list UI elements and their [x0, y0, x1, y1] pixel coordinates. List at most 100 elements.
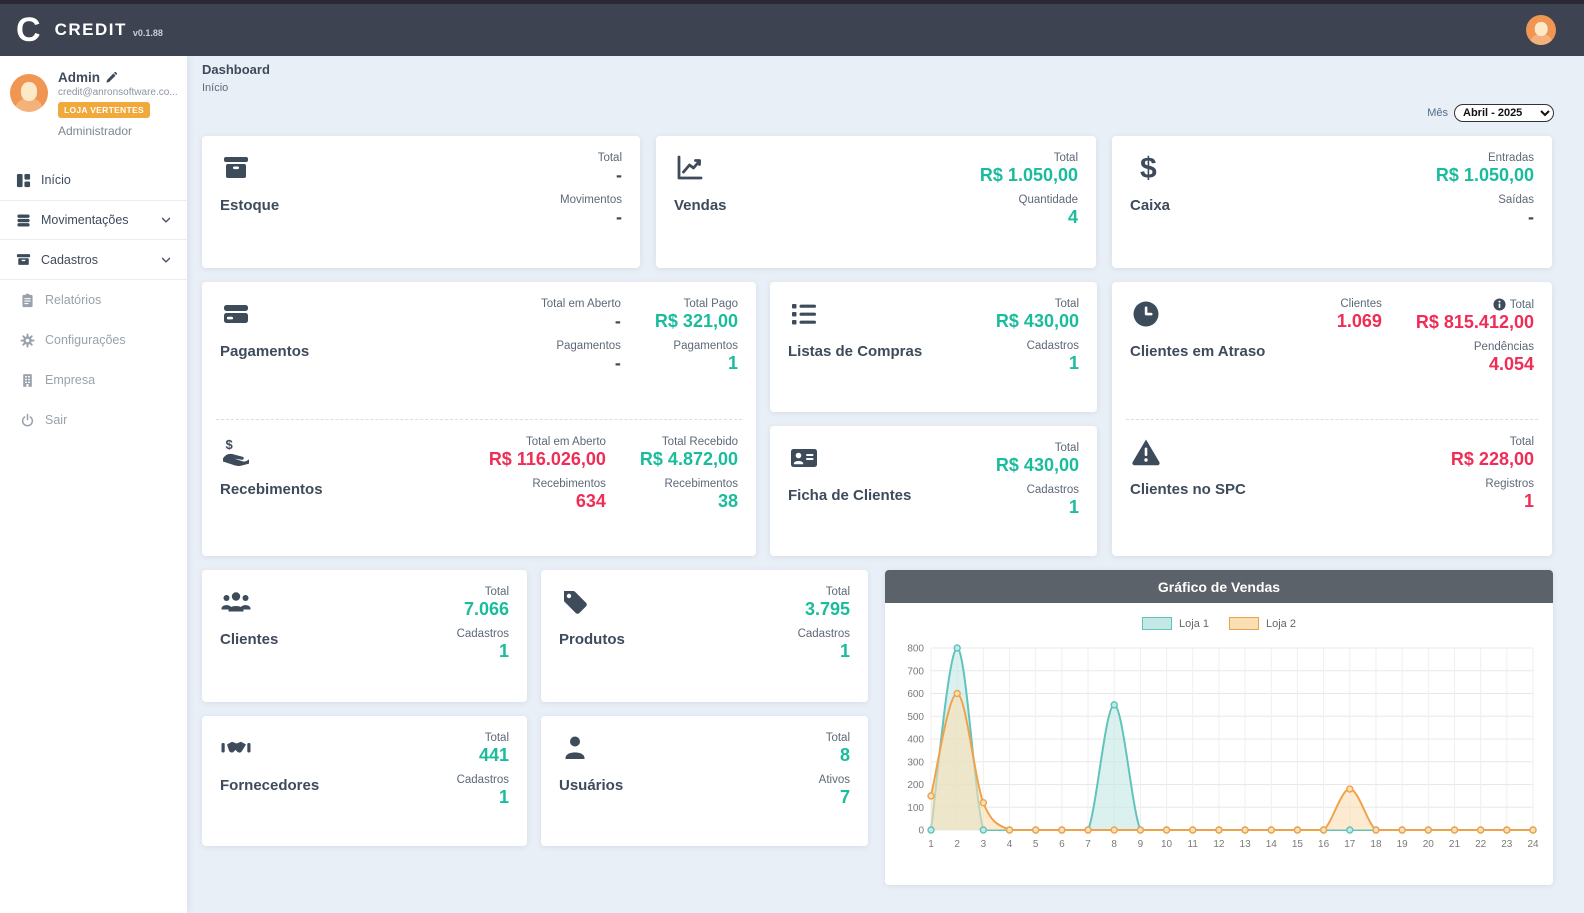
- sidebar: Admin credit@anronsoftware.co... LOJA VE…: [0, 56, 187, 913]
- card-ficha-de-clientes: Ficha de Clientes TotalR$ 430,00 Cadastr…: [770, 426, 1097, 556]
- app-header: C CREDIT v0.1.88: [0, 0, 1584, 56]
- svg-text:0: 0: [918, 826, 924, 837]
- svg-text:6: 6: [1059, 839, 1065, 850]
- svg-text:21: 21: [1449, 839, 1461, 850]
- svg-text:23: 23: [1501, 839, 1513, 850]
- dollar-icon: $: [1130, 152, 1162, 184]
- chart-legend: Loja 1 Loja 2: [885, 617, 1553, 630]
- clipboard-icon: [20, 293, 35, 308]
- building-icon: [20, 373, 35, 388]
- card-usuarios: Usuários Total8 Ativos7: [541, 716, 868, 846]
- sidebar-item-sair[interactable]: Sair: [0, 400, 187, 440]
- card-title: Vendas: [674, 197, 727, 214]
- legend-swatch: [1142, 617, 1172, 630]
- legend-item-loja-2[interactable]: Loja 2: [1229, 617, 1296, 630]
- page-title: Dashboard: [202, 62, 270, 77]
- card-title: Estoque: [220, 197, 279, 214]
- svg-text:$: $: [226, 437, 234, 452]
- card-clientes-atraso-spc: Clientes em Atraso Clientes1.069 TotalR$…: [1112, 282, 1552, 556]
- power-icon: [20, 413, 35, 428]
- svg-text:4: 4: [1007, 839, 1013, 850]
- svg-text:5: 5: [1033, 839, 1039, 850]
- svg-text:600: 600: [907, 689, 924, 700]
- sidebar-item-inicio[interactable]: Início: [0, 160, 187, 200]
- svg-text:22: 22: [1475, 839, 1487, 850]
- archive-icon: [16, 252, 31, 267]
- stat-total: Total-: [598, 152, 622, 186]
- section-clientes-no-spc: Clientes no SPC TotalR$ 228,00 Registros…: [1112, 420, 1552, 557]
- card-grafico-de-vendas: Gráfico de Vendas Loja 1Loja 2 010020030…: [885, 570, 1553, 885]
- avatar: [10, 74, 48, 112]
- chart-line-icon: [674, 152, 706, 184]
- svg-text:8: 8: [1111, 839, 1117, 850]
- svg-text:3: 3: [981, 839, 987, 850]
- dashboard-page: C CREDIT v0.1.88 Admin credit@anronsoftw…: [0, 0, 1584, 913]
- chevron-down-icon: [159, 213, 173, 227]
- tag-icon: [559, 586, 591, 618]
- svg-text:10: 10: [1161, 839, 1173, 850]
- svg-text:12: 12: [1213, 839, 1225, 850]
- card-clientes: Clientes Total7.066 Cadastros1: [202, 570, 527, 702]
- warning-icon: [1130, 436, 1162, 468]
- list-icon: [788, 298, 820, 330]
- sidebar-item-cadastros[interactable]: Cadastros: [0, 240, 187, 280]
- user-role: Administrador: [58, 124, 177, 138]
- clock-icon: [1130, 298, 1162, 330]
- app-logo: C: [16, 13, 41, 47]
- svg-text:16: 16: [1318, 839, 1330, 850]
- section-pagamentos: Pagamentos Total em Aberto- Pagamentos- …: [202, 282, 756, 419]
- month-select[interactable]: Abril - 2025: [1454, 104, 1554, 122]
- sales-chart: 0100200300400500600700800123456789101112…: [895, 632, 1543, 870]
- card-title: Caixa: [1130, 197, 1170, 214]
- month-filter-label: Mês: [1427, 107, 1448, 119]
- svg-text:13: 13: [1240, 839, 1252, 850]
- credit-card-icon: [220, 298, 252, 330]
- card-listas-de-compras: Listas de Compras TotalR$ 430,00 Cadastr…: [770, 282, 1097, 412]
- legend-item-loja-1[interactable]: Loja 1: [1142, 617, 1209, 630]
- card-fornecedores: Fornecedores Total441 Cadastros1: [202, 716, 527, 846]
- breadcrumb: Início: [202, 82, 228, 94]
- edit-profile-icon[interactable]: [105, 72, 117, 84]
- svg-text:15: 15: [1292, 839, 1304, 850]
- svg-text:9: 9: [1138, 839, 1144, 850]
- card-caixa: $ Caixa EntradasR$ 1.050,00 Saídas-: [1112, 136, 1552, 268]
- id-card-icon: [788, 442, 820, 474]
- sidebar-item-relatorios[interactable]: Relatórios: [0, 280, 187, 320]
- section-recebimentos: $ Recebimentos Total em AbertoR$ 116.026…: [202, 420, 756, 557]
- svg-text:500: 500: [907, 712, 924, 723]
- app-title: CREDIT: [55, 20, 127, 40]
- svg-text:18: 18: [1370, 839, 1382, 850]
- section-clientes-em-atraso: Clientes em Atraso Clientes1.069 TotalR$…: [1112, 282, 1552, 419]
- svg-text:800: 800: [907, 644, 924, 655]
- store-badge: LOJA VERTENTES: [58, 102, 150, 118]
- svg-text:2: 2: [954, 839, 960, 850]
- box-icon: [220, 152, 252, 184]
- handshake-icon: [220, 732, 252, 764]
- svg-text:7: 7: [1085, 839, 1091, 850]
- card-produtos: Produtos Total3.795 Cadastros1: [541, 570, 868, 702]
- stat-total: TotalR$ 1.050,00: [980, 152, 1078, 186]
- svg-text:1: 1: [928, 839, 934, 850]
- sidebar-item-empresa[interactable]: Empresa: [0, 360, 187, 400]
- chevron-down-icon: [159, 253, 173, 267]
- sidebar-item-movimentacoes[interactable]: Movimentações: [0, 200, 187, 240]
- chart-title: Gráfico de Vendas: [885, 570, 1553, 603]
- user-name: Admin: [58, 70, 177, 85]
- svg-text:14: 14: [1266, 839, 1278, 850]
- sidebar-item-configuracoes[interactable]: Configurações: [0, 320, 187, 360]
- stat-quantidade: Quantidade4: [1019, 194, 1078, 228]
- svg-text:400: 400: [907, 735, 924, 746]
- svg-text:11: 11: [1188, 839, 1199, 850]
- stat-saidas: Saídas-: [1498, 194, 1534, 228]
- stat-movimentos: Movimentos-: [560, 194, 622, 228]
- svg-text:300: 300: [907, 757, 924, 768]
- svg-text:24: 24: [1527, 839, 1539, 850]
- hand-dollar-icon: $: [220, 436, 252, 468]
- user-avatar-button[interactable]: [1526, 15, 1556, 45]
- dashboard-icon: [16, 173, 31, 188]
- user-email: credit@anronsoftware.co...: [58, 87, 177, 98]
- svg-text:100: 100: [907, 803, 924, 814]
- legend-swatch: [1229, 617, 1259, 630]
- svg-text:19: 19: [1397, 839, 1409, 850]
- svg-text:17: 17: [1344, 839, 1356, 850]
